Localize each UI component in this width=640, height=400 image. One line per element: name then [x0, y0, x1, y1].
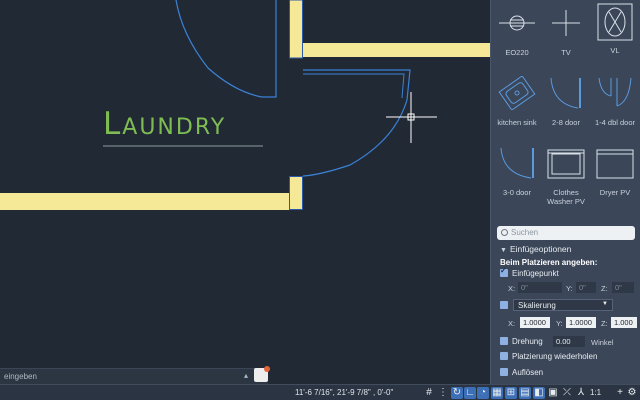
coordinates-readout: 11'-6 7/16", 21'-9 7/8" , 0'-0" — [295, 388, 394, 397]
door-swing-upper — [175, 0, 263, 98]
tool-label: TV — [561, 48, 571, 57]
door-leaf-right — [303, 73, 405, 99]
scale-y-label: Y: — [556, 319, 563, 328]
section-insert-options[interactable]: ▼ Einfügeoptionen — [500, 244, 571, 254]
polar-icon[interactable]: ◔ — [477, 387, 489, 399]
collapse-triangle-icon[interactable]: ▼ — [500, 247, 507, 254]
search-placeholder: Suchen — [511, 228, 539, 237]
tool-label: 1-4 dbl door — [594, 118, 636, 127]
tool-tv[interactable]: TV — [542, 6, 590, 57]
otrack-icon[interactable]: ⊞ — [505, 387, 517, 399]
tool-2-8-door[interactable]: 2-8 door — [542, 76, 590, 127]
scaling-dropdown[interactable]: Skalierung ▼ — [513, 299, 613, 311]
tool-3-0-door[interactable]: 3-0 door — [493, 146, 541, 197]
tool-vl[interactable]: VL — [591, 2, 639, 55]
tool-kitchen-sink[interactable]: kitchen sink — [493, 75, 541, 127]
snap-icon[interactable]: ⋮ — [437, 387, 449, 399]
scale-z-label: Z: — [601, 319, 608, 328]
tool-label: Clothes Washer PV — [547, 188, 585, 206]
search-icon — [501, 229, 508, 236]
ip-x-label: X: — [508, 284, 516, 293]
plus-icon[interactable]: + — [614, 387, 626, 399]
annotation-scale[interactable]: 1:1 — [590, 388, 601, 397]
workspace-icon[interactable]: ⅄ — [575, 387, 587, 399]
insertion-point-option[interactable]: Einfügepunkt — [500, 266, 559, 278]
status-bar: 11'-6 7/16", 21'-9 7/8" , 0'-0" # ⋮ ↻ ∟ … — [0, 384, 640, 400]
tool-label: VL — [610, 46, 620, 55]
transparency-icon[interactable]: ◧ — [533, 387, 545, 399]
command-line[interactable]: eingeben ▴ — [0, 368, 268, 384]
rotation-field[interactable]: 0.00 — [553, 336, 585, 347]
ortho-icon[interactable]: ∟ — [464, 387, 476, 399]
dryer-icon — [596, 149, 634, 179]
tv-symbol-icon — [552, 10, 580, 36]
tool-dryer[interactable]: Dryer PV — [591, 146, 639, 197]
gear-icon[interactable]: ⚙ — [626, 387, 638, 399]
ip-y-field[interactable]: 0" — [576, 282, 596, 293]
insertion-point-checkbox[interactable] — [500, 266, 508, 277]
scaling-value: Skalierung — [518, 301, 556, 310]
grid-icon[interactable]: # — [423, 387, 435, 399]
ip-z-field[interactable]: 0" — [612, 282, 634, 293]
rotation-option[interactable]: Drehung — [500, 337, 543, 346]
repeat-placement-label: Platzierung wiederholen — [512, 352, 598, 361]
rotation-checkbox[interactable] — [500, 337, 508, 345]
scale-z-field[interactable]: 1.000 — [611, 317, 637, 328]
drawing-canvas[interactable]: Laundry — [0, 0, 490, 384]
vl-symbol-icon — [597, 3, 633, 41]
scale-y-field[interactable]: 1.0000 — [566, 317, 596, 328]
double-door-icon — [598, 77, 632, 107]
tool-label: 3-0 door — [503, 188, 531, 197]
tool-label: EO220 — [505, 48, 529, 57]
command-line-placeholder: eingeben — [4, 372, 37, 381]
chevron-down-icon: ▼ — [602, 301, 608, 307]
door-swing-right — [302, 69, 411, 177]
tool-eo220[interactable]: EO220 — [493, 6, 541, 57]
floor-plan — [0, 0, 490, 210]
crosshair-cursor — [386, 92, 437, 143]
options-subtitle: Beim Platzieren angeben: — [500, 258, 598, 267]
repeat-placement-option[interactable]: Platzierung wiederholen — [500, 352, 597, 361]
rotation-unit: Winkel — [591, 338, 614, 347]
tool-label: kitchen sink — [497, 118, 537, 127]
scale-x-field[interactable]: 1.0000 — [520, 317, 550, 328]
ip-x-field[interactable]: 0" — [518, 282, 562, 293]
dynamic-input-icon[interactable]: ↻ — [451, 387, 463, 399]
insertion-point-label: Einfügepunkt — [512, 269, 559, 278]
scale-x-label: X: — [508, 319, 516, 328]
notification-icon[interactable] — [254, 366, 270, 382]
section-title: Einfügeoptionen — [509, 244, 572, 254]
walls — [0, 0, 490, 210]
search-input[interactable]: Suchen — [497, 226, 635, 240]
tool-label: Dryer PV — [599, 188, 631, 197]
door-3-0-icon — [500, 147, 534, 179]
ip-y-label: Y: — [566, 284, 573, 293]
tool-clothes-washer[interactable]: Clothes Washer PV — [542, 146, 590, 206]
tool-label: 2-8 door — [552, 118, 580, 127]
scaling-checkbox[interactable] — [500, 301, 508, 309]
lineweight-icon[interactable]: ▤ — [519, 387, 531, 399]
osnap-icon[interactable]: ▦ — [491, 387, 503, 399]
tool-dbl-door[interactable]: 1-4 dbl door — [591, 76, 639, 127]
annotation-icon[interactable]: ⤫ — [561, 387, 573, 399]
ip-z-label: Z: — [601, 284, 608, 293]
command-history-icon[interactable]: ▴ — [244, 371, 248, 380]
kitchen-sink-icon — [498, 75, 536, 111]
explode-checkbox[interactable] — [500, 368, 508, 376]
rotation-label: Drehung — [512, 337, 543, 346]
outlet-symbol-icon — [499, 15, 535, 31]
repeat-placement-checkbox[interactable] — [500, 352, 508, 360]
selection-cycling-icon[interactable]: ▣ — [547, 387, 559, 399]
room-label: Laundry — [103, 106, 227, 142]
washer-icon — [547, 149, 585, 179]
explode-option[interactable]: Auflösen — [500, 368, 543, 377]
explode-label: Auflösen — [512, 368, 544, 377]
door-2-8-icon — [550, 77, 581, 109]
door-leaf-upper — [262, 0, 277, 98]
